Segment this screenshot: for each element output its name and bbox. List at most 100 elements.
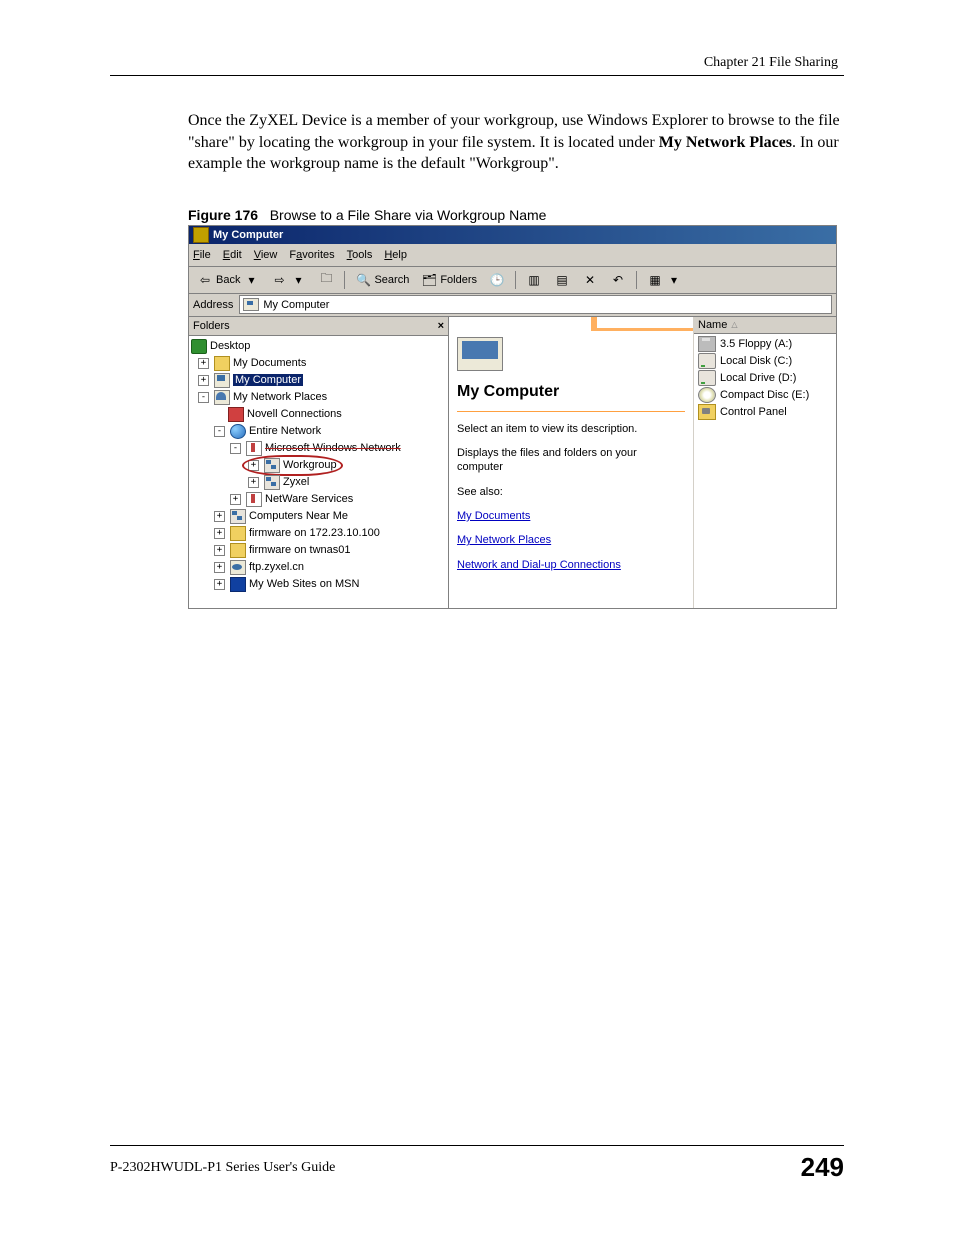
drive-item-floppy[interactable]: 3.5 Floppy (A:) bbox=[698, 336, 832, 353]
tree-node-zyxel[interactable]: + Zyxel bbox=[191, 474, 448, 491]
link-dialup[interactable]: Network and Dial-up Connections bbox=[457, 559, 621, 571]
expand-icon[interactable]: + bbox=[248, 477, 259, 488]
figure-title: Browse to a File Share via Workgroup Nam… bbox=[270, 207, 547, 223]
tree-node-netware[interactable]: + NetWare Services bbox=[191, 491, 448, 508]
explorer-window: My Computer FFileile EditEdit ViewView F… bbox=[188, 225, 837, 609]
decorative-band bbox=[449, 317, 693, 331]
close-pane-button[interactable]: × bbox=[438, 320, 444, 332]
tree-node-near[interactable]: + Computers Near Me bbox=[191, 508, 448, 525]
folders-pane-header: Folders × bbox=[189, 317, 448, 336]
folders-icon: 🗂 bbox=[421, 272, 437, 288]
tree-node-ftp[interactable]: + ftp.zyxel.cn bbox=[191, 559, 448, 576]
footer-page-number: 249 bbox=[801, 1152, 844, 1183]
menu-view[interactable]: ViewView bbox=[254, 249, 278, 261]
address-field[interactable]: My Computer bbox=[239, 295, 832, 314]
tree-node-workgroup[interactable]: + Workgroup bbox=[191, 457, 448, 474]
tree-node-desktop[interactable]: Desktop bbox=[191, 338, 448, 355]
expand-icon[interactable]: + bbox=[198, 358, 209, 369]
drive-item-controlpanel[interactable]: Control Panel bbox=[698, 404, 832, 421]
select-hint-text: Select an item to view its description. bbox=[457, 422, 685, 436]
tree-node-fw1[interactable]: + firmware on 172.23.10.100 bbox=[191, 525, 448, 542]
tree-node-mydocs[interactable]: + My Documents bbox=[191, 355, 448, 372]
views-icon: ▦ bbox=[647, 272, 663, 288]
collapse-icon[interactable]: - bbox=[214, 426, 225, 437]
move-icon: ▥ bbox=[526, 272, 542, 288]
ms-network-icon bbox=[246, 441, 262, 456]
expand-icon[interactable]: + bbox=[214, 528, 225, 539]
copy-button[interactable]: ▤ bbox=[550, 270, 574, 290]
workgroup-icon bbox=[264, 458, 280, 473]
history-button[interactable]: 🕒 bbox=[485, 270, 509, 290]
undo-button[interactable]: ↶ bbox=[606, 270, 630, 290]
globe-icon bbox=[230, 424, 246, 439]
tree-node-novell[interactable]: Novell Connections bbox=[191, 406, 448, 423]
expand-icon[interactable]: + bbox=[214, 545, 225, 556]
expand-icon[interactable]: + bbox=[214, 511, 225, 522]
history-icon: 🕒 bbox=[489, 272, 505, 288]
drive-item-local-d[interactable]: Local Drive (D:) bbox=[698, 370, 832, 387]
address-value: My Computer bbox=[263, 299, 329, 311]
menu-edit[interactable]: EditEdit bbox=[223, 249, 242, 261]
footer-guide-name: P-2302HWUDL-P1 Series User's Guide bbox=[110, 1160, 335, 1176]
tree-node-entire[interactable]: - Entire Network bbox=[191, 423, 448, 440]
content-title: My Computer bbox=[457, 383, 685, 401]
header-rule bbox=[110, 75, 844, 76]
workgroup-icon bbox=[264, 475, 280, 490]
computers-near-icon bbox=[230, 509, 246, 524]
search-button[interactable]: 🔍 Search bbox=[351, 270, 413, 290]
tree-node-msn[interactable]: + My Web Sites on MSN bbox=[191, 576, 448, 593]
window-title: My Computer bbox=[213, 229, 283, 241]
displays-text: Displays the files and folders on your c… bbox=[457, 446, 685, 475]
collapse-icon[interactable]: - bbox=[230, 443, 241, 454]
tree-node-fw2[interactable]: + firmware on twnas01 bbox=[191, 542, 448, 559]
netware-icon bbox=[246, 492, 262, 507]
column-header[interactable]: Name △ bbox=[694, 317, 836, 334]
expand-icon[interactable]: + bbox=[214, 579, 225, 590]
up-folder-icon: 🗀 bbox=[318, 272, 334, 288]
tree-node-mynetwork[interactable]: - My Network Places bbox=[191, 389, 448, 406]
tree-node-mswin[interactable]: - Microsoft Windows Network bbox=[191, 440, 448, 457]
link-mydocs[interactable]: My Documents bbox=[457, 510, 530, 522]
desktop-icon bbox=[191, 339, 207, 354]
toolbar: ⇦ Back ▾ ⇨ ▾ 🗀 🔍 Search 🗂 Folders 🕒 bbox=[189, 267, 836, 294]
tree-node-label-selected: My Computer bbox=[233, 374, 303, 386]
expand-icon[interactable]: + bbox=[248, 460, 259, 471]
expand-icon[interactable]: + bbox=[230, 494, 241, 505]
copy-icon: ▤ bbox=[554, 272, 570, 288]
search-icon: 🔍 bbox=[355, 272, 371, 288]
figure-caption: Figure 176 Browse to a File Share via Wo… bbox=[188, 207, 844, 223]
move-button[interactable]: ▥ bbox=[522, 270, 546, 290]
menu-favorites[interactable]: FavoritesFavorites bbox=[289, 249, 334, 261]
drive-list: Name △ 3.5 Floppy (A:) Local Disk (C:) bbox=[693, 317, 836, 608]
drive-item-cd[interactable]: Compact Disc (E:) bbox=[698, 387, 832, 404]
share-folder-icon bbox=[230, 543, 246, 558]
chapter-header: Chapter 21 File Sharing bbox=[110, 55, 844, 71]
delete-icon: ✕ bbox=[582, 272, 598, 288]
tree-node-mycomputer[interactable]: + My Computer bbox=[191, 372, 448, 389]
views-button[interactable]: ▦ ▾ bbox=[643, 270, 686, 290]
expand-icon[interactable]: + bbox=[198, 375, 209, 386]
forward-button[interactable]: ⇨ ▾ bbox=[267, 270, 310, 290]
titlebar[interactable]: My Computer bbox=[189, 226, 836, 244]
link-mynet[interactable]: My Network Places bbox=[457, 534, 551, 546]
floppy-icon bbox=[698, 336, 716, 352]
menu-file[interactable]: FFileile bbox=[193, 249, 211, 261]
collapse-icon[interactable]: - bbox=[198, 392, 209, 403]
menu-help[interactable]: HelpHelp bbox=[384, 249, 407, 261]
hdd-icon bbox=[698, 353, 716, 369]
cd-icon bbox=[698, 387, 716, 403]
details-column: My Computer Select an item to view its d… bbox=[449, 317, 693, 608]
delete-button[interactable]: ✕ bbox=[578, 270, 602, 290]
control-panel-icon bbox=[698, 404, 716, 420]
menu-tools[interactable]: ToolsTools bbox=[347, 249, 373, 261]
up-button[interactable]: 🗀 bbox=[314, 270, 338, 290]
page-footer: P-2302HWUDL-P1 Series User's Guide 249 bbox=[110, 1145, 844, 1183]
drive-item-local-c[interactable]: Local Disk (C:) bbox=[698, 353, 832, 370]
expand-icon[interactable]: + bbox=[214, 562, 225, 573]
hdd-icon bbox=[698, 370, 716, 386]
sort-ascending-icon: △ bbox=[731, 320, 737, 329]
back-button[interactable]: ⇦ Back ▾ bbox=[193, 270, 263, 290]
novell-icon bbox=[228, 407, 244, 422]
folders-button[interactable]: 🗂 Folders bbox=[417, 270, 481, 290]
toolbar-separator bbox=[636, 271, 637, 289]
